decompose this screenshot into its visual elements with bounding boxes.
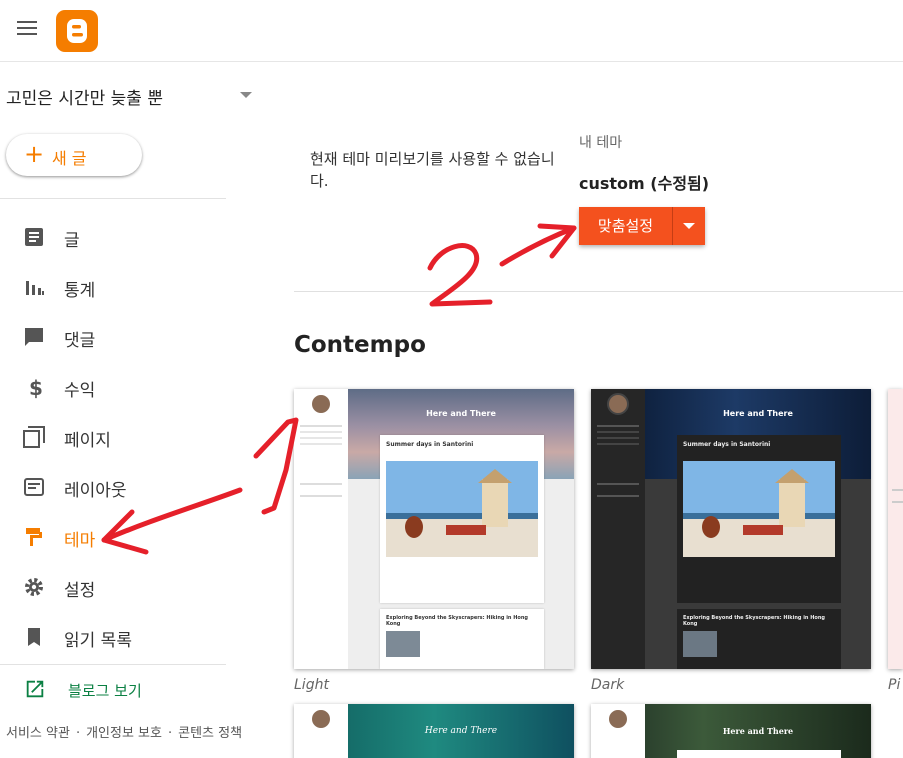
svg-text:$: $ <box>29 376 43 399</box>
santorini-photo <box>683 461 835 557</box>
thumb-post-title: Summer days in Santorini <box>683 441 771 448</box>
view-blog-link[interactable]: 블로그 보기 <box>0 672 262 708</box>
thumb-sidebar <box>591 389 645 669</box>
hamburger-menu-icon[interactable] <box>14 16 40 42</box>
sidebar-item-label: 글 <box>64 231 80 251</box>
thumb-hero-title: Here and There <box>424 726 498 736</box>
sidebar-item-label: 읽기 목록 <box>64 631 132 651</box>
section-divider <box>294 291 903 292</box>
thumb-avatar <box>607 708 629 730</box>
theme-card-light[interactable]: Here and There Summer days in Santorini <box>294 389 574 669</box>
footer-links: 서비스 약관 · 개인정보 보호 · 콘텐츠 정책 <box>6 726 243 741</box>
thumb-sidebar <box>294 389 348 669</box>
thumb-avatar <box>607 393 629 415</box>
thumb-avatar <box>310 393 332 415</box>
blogger-theme-page: 고민은 시간만 늦출 뿐 + 새 글 글 통계 댓글 $ 수익 페이지 레이아웃… <box>0 0 903 758</box>
thumb-hero-title: Here and There <box>722 726 794 736</box>
current-theme-name: custom (수정됨) <box>579 174 710 193</box>
sidebar-divider <box>0 664 226 665</box>
santorini-photo <box>386 461 538 557</box>
layout-icon <box>24 478 44 496</box>
thumb-post2-title: Exploring Beyond the Skyscrapers: Hiking… <box>683 615 825 627</box>
thumb-post-2: Exploring Beyond the Skyscrapers: Hiking… <box>677 609 841 669</box>
thumb-post-2: Exploring Beyond the Skyscrapers: Hiking… <box>380 609 544 669</box>
open-in-new-icon <box>26 680 44 698</box>
theme-card-dark-name: Dark <box>591 677 625 693</box>
blogger-b-icon <box>67 19 87 43</box>
blog-selector[interactable]: 고민은 시간만 늦출 뿐 <box>0 80 262 110</box>
customize-dropdown-icon[interactable] <box>673 207 705 245</box>
blog-name: 고민은 시간만 늦출 뿐 <box>6 89 163 109</box>
sidebar-nav: 글 통계 댓글 $ 수익 페이지 레이아웃 테마 설정 읽기 목록 <box>0 212 262 662</box>
sidebar-item-theme[interactable]: 테마 <box>0 512 262 562</box>
content-policy-link[interactable]: 콘텐츠 정책 <box>178 726 242 741</box>
thumb-post2-title: Exploring Beyond the Skyscrapers: Hiking… <box>386 615 528 627</box>
sidebar-item-posts[interactable]: 글 <box>0 212 262 262</box>
stats-icon <box>26 281 44 295</box>
posts-icon <box>25 228 43 246</box>
view-blog-label: 블로그 보기 <box>68 682 142 700</box>
theme-card-light-name: Light <box>294 677 329 693</box>
privacy-link[interactable]: 개인정보 보호 <box>86 726 162 741</box>
sidebar-item-label: 설정 <box>64 581 96 601</box>
top-bar <box>0 0 903 62</box>
theme-card-pink-name: Pi <box>888 677 901 693</box>
new-post-button[interactable]: + 새 글 <box>6 134 142 176</box>
sidebar: 고민은 시간만 늦출 뿐 + 새 글 글 통계 댓글 $ 수익 페이지 레이아웃… <box>0 62 262 758</box>
comments-icon <box>25 328 43 346</box>
plus-icon: + <box>24 140 45 168</box>
terms-link[interactable]: 서비스 약관 <box>6 726 70 741</box>
theme-family-title: Contempo <box>294 332 426 358</box>
thumb-hero-title: Here and There <box>426 409 496 418</box>
preview-unavailable-message: 현재 테마 미리보기를 사용할 수 없습니다. <box>310 150 555 190</box>
sidebar-item-reading-list[interactable]: 읽기 목록 <box>0 612 262 662</box>
reading-list-icon <box>28 628 40 646</box>
sidebar-item-stats[interactable]: 통계 <box>0 262 262 312</box>
sidebar-divider <box>0 198 226 199</box>
thumb-hero-title: Here and There <box>723 409 793 418</box>
sidebar-item-layout[interactable]: 레이아웃 <box>0 462 262 512</box>
blogger-logo[interactable] <box>56 10 98 52</box>
earnings-icon: $ <box>29 376 43 399</box>
theme-card-row2-jungle[interactable]: Here and There <box>591 704 871 758</box>
sidebar-item-label: 테마 <box>64 531 96 551</box>
sidebar-item-earnings[interactable]: $ 수익 <box>0 362 262 412</box>
settings-icon <box>25 578 43 596</box>
theme-card-dark[interactable]: Here and There Summer days in Santorini <box>591 389 871 669</box>
theme-icon <box>26 528 42 546</box>
caret-down-icon <box>240 92 252 98</box>
sidebar-item-label: 수익 <box>64 381 96 401</box>
pages-icon <box>23 426 45 448</box>
sidebar-item-label: 페이지 <box>64 431 111 451</box>
sidebar-item-settings[interactable]: 설정 <box>0 562 262 612</box>
theme-card-row2-teal[interactable]: Here and There <box>294 704 574 758</box>
sidebar-item-label: 댓글 <box>64 331 96 351</box>
sidebar-item-label: 레이아웃 <box>64 481 127 501</box>
new-post-label: 새 글 <box>52 149 87 168</box>
theme-card-pink[interactable] <box>888 389 903 669</box>
sidebar-item-label: 통계 <box>64 281 96 301</box>
main-content: 현재 테마 미리보기를 사용할 수 없습니다. 내 테마 custom (수정됨… <box>262 62 903 758</box>
sidebar-item-comments[interactable]: 댓글 <box>0 312 262 362</box>
sidebar-item-pages[interactable]: 페이지 <box>0 412 262 462</box>
thumb-post: Summer days in Santorini <box>677 435 841 603</box>
customize-split-button: 맞춤설정 <box>579 207 705 245</box>
thumb-post: Summer days in Santorini <box>380 435 544 603</box>
customize-button[interactable]: 맞춤설정 <box>579 207 673 245</box>
thumb-avatar <box>310 708 332 730</box>
my-theme-label: 내 테마 <box>579 135 623 151</box>
thumb-post-title: Summer days in Santorini <box>386 441 474 448</box>
